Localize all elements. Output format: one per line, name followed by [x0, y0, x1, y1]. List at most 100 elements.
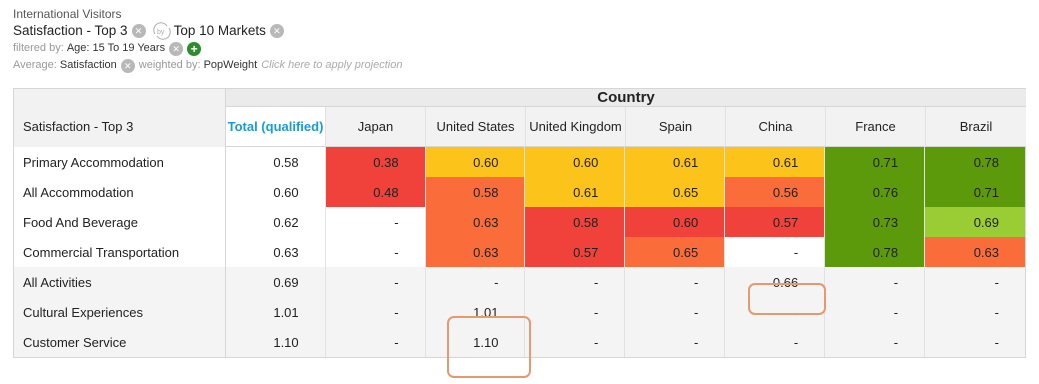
- data-cell[interactable]: -: [326, 237, 426, 267]
- filter-value[interactable]: Age: 15 To 19 Years: [67, 40, 165, 57]
- total-qualified-header[interactable]: Total (qualified): [226, 107, 326, 147]
- table-row[interactable]: All Activities 0.69- - - -0.66- -: [14, 267, 1025, 297]
- row-label[interactable]: All Activities: [14, 267, 226, 297]
- average-prefix: Average:: [13, 59, 57, 71]
- data-cell[interactable]: 0.48: [325, 177, 426, 207]
- data-cell[interactable]: -: [825, 267, 926, 297]
- remove-row-variable-button[interactable]: ✕: [131, 24, 146, 38]
- data-cell[interactable]: -: [925, 267, 1025, 297]
- data-cell[interactable]: 0.63: [425, 237, 526, 267]
- filter-prefix: filtered by:: [13, 42, 64, 54]
- data-cell[interactable]: 0.60: [525, 147, 626, 177]
- data-cell[interactable]: 0.65: [625, 237, 726, 267]
- report-title: International Visitors: [13, 7, 122, 21]
- data-cell[interactable]: -: [525, 327, 626, 357]
- data-cell[interactable]: -: [925, 297, 1025, 327]
- total-cell[interactable]: 0.60: [226, 177, 326, 207]
- data-cell[interactable]: 0.76: [825, 177, 926, 207]
- crosstab-table: Satisfaction - Top 3 Country Total (qual…: [13, 88, 1026, 358]
- total-cell[interactable]: 0.62: [226, 207, 326, 237]
- data-cell[interactable]: 0.63: [425, 207, 526, 237]
- column-header-market[interactable]: Japan: [326, 107, 426, 147]
- data-cell[interactable]: 0.73: [825, 207, 926, 237]
- data-cell[interactable]: 0.61: [725, 147, 826, 177]
- data-cell[interactable]: -: [725, 297, 826, 327]
- total-cell[interactable]: 1.01: [225, 297, 326, 327]
- data-cell[interactable]: -: [525, 297, 626, 327]
- row-label[interactable]: Cultural Experiences: [14, 297, 226, 327]
- table-row[interactable]: All Accommodation 0.60 0.48 0.58 0.61 0.65 0.5…: [14, 177, 1025, 207]
- table-row[interactable]: Commercial Transportation 0.63-0.63 0.57 0.…: [14, 237, 1025, 267]
- remove-column-variable-button[interactable]: ✕: [269, 24, 284, 38]
- data-cell[interactable]: 0.69: [925, 207, 1025, 237]
- weighted-value[interactable]: PopWeight: [204, 57, 258, 74]
- data-cell[interactable]: -: [925, 327, 1025, 357]
- column-header-market[interactable]: Brazil: [926, 107, 1026, 147]
- column-header-market[interactable]: France: [826, 107, 926, 147]
- data-cell[interactable]: -: [326, 207, 426, 237]
- table-row[interactable]: Primary Accommodation 0.58 0.38 0.60 0.60 0.6…: [14, 147, 1025, 177]
- data-cell[interactable]: 0.71: [925, 177, 1025, 207]
- filter-row: filtered by: Age: 15 To 19 Years ✕ +: [13, 40, 402, 57]
- table-row[interactable]: Cultural Experiences 1.01-1.01- - - - -: [14, 297, 1025, 327]
- data-cell[interactable]: 1.10: [425, 327, 526, 357]
- row-label[interactable]: Commercial Transportation: [14, 237, 226, 267]
- column-header-market[interactable]: Spain: [626, 107, 726, 147]
- total-cell[interactable]: 0.58: [226, 147, 326, 177]
- row-label[interactable]: All Accommodation: [14, 177, 226, 207]
- table-row[interactable]: Food And Beverage 0.62-0.63 0.58 0.60 0.57 0.…: [14, 207, 1025, 237]
- apply-projection-link[interactable]: Click here to apply projection: [261, 57, 402, 74]
- data-cell[interactable]: -: [725, 237, 826, 267]
- data-cell[interactable]: -: [825, 297, 926, 327]
- data-cell[interactable]: 0.78: [825, 237, 926, 267]
- data-cell[interactable]: 0.61: [525, 177, 626, 207]
- data-cell[interactable]: 0.63: [925, 237, 1025, 267]
- remove-filter-button[interactable]: ✕: [169, 41, 184, 56]
- data-cell[interactable]: 0.57: [725, 207, 826, 237]
- data-cell[interactable]: -: [325, 327, 426, 357]
- average-value[interactable]: Satisfaction: [60, 57, 117, 74]
- total-cell[interactable]: 1.10: [225, 327, 326, 357]
- data-cell[interactable]: 1.01: [425, 297, 526, 327]
- data-cell[interactable]: 0.38: [325, 147, 426, 177]
- data-cell[interactable]: -: [325, 267, 426, 297]
- column-header-market[interactable]: China: [726, 107, 826, 147]
- total-cell[interactable]: 0.69: [225, 267, 326, 297]
- data-cell[interactable]: 0.57: [525, 237, 626, 267]
- data-cell[interactable]: -: [625, 327, 726, 357]
- data-cell[interactable]: 0.58: [425, 177, 526, 207]
- data-cell[interactable]: 0.60: [625, 207, 726, 237]
- column-variable[interactable]: Top 10 Markets: [174, 22, 266, 40]
- data-cell[interactable]: -: [325, 297, 426, 327]
- data-cell[interactable]: 0.65: [625, 177, 726, 207]
- row-label[interactable]: Food And Beverage: [14, 207, 226, 237]
- by-label: by: [157, 29, 165, 36]
- row-label[interactable]: Customer Service: [14, 327, 226, 357]
- variables-row: Satisfaction - Top 3 ✕ by Top 10 Markets…: [13, 22, 402, 40]
- group-title-country: Country: [226, 89, 1026, 107]
- data-cell[interactable]: 0.56: [725, 177, 826, 207]
- average-row: Average: Satisfaction ✕ weighted by: Pop…: [13, 57, 402, 74]
- data-cell[interactable]: 0.60: [425, 147, 526, 177]
- row-label[interactable]: Primary Accommodation: [14, 147, 226, 177]
- data-cell[interactable]: -: [425, 267, 526, 297]
- data-cell[interactable]: -: [625, 267, 726, 297]
- data-cell[interactable]: 0.71: [825, 147, 926, 177]
- data-cell[interactable]: -: [725, 327, 826, 357]
- table-row[interactable]: Customer Service 1.10-1.10- - - - -: [14, 327, 1025, 357]
- data-cell[interactable]: 0.66: [725, 267, 826, 297]
- weighted-prefix: weighted by:: [138, 59, 201, 71]
- data-cell[interactable]: -: [525, 267, 626, 297]
- remove-average-button[interactable]: ✕: [120, 58, 135, 73]
- data-cell[interactable]: 0.78: [925, 147, 1025, 177]
- column-header-market[interactable]: United States: [426, 107, 526, 147]
- column-header-market[interactable]: United Kingdom: [526, 107, 626, 147]
- row-variable[interactable]: Satisfaction - Top 3: [13, 22, 128, 40]
- data-cell[interactable]: -: [625, 297, 726, 327]
- data-cell[interactable]: -: [825, 327, 926, 357]
- swap-by-icon[interactable]: by: [152, 22, 172, 40]
- add-filter-button[interactable]: +: [187, 41, 202, 56]
- data-cell[interactable]: 0.61: [625, 147, 726, 177]
- total-cell[interactable]: 0.63: [226, 237, 326, 267]
- data-cell[interactable]: 0.58: [525, 207, 626, 237]
